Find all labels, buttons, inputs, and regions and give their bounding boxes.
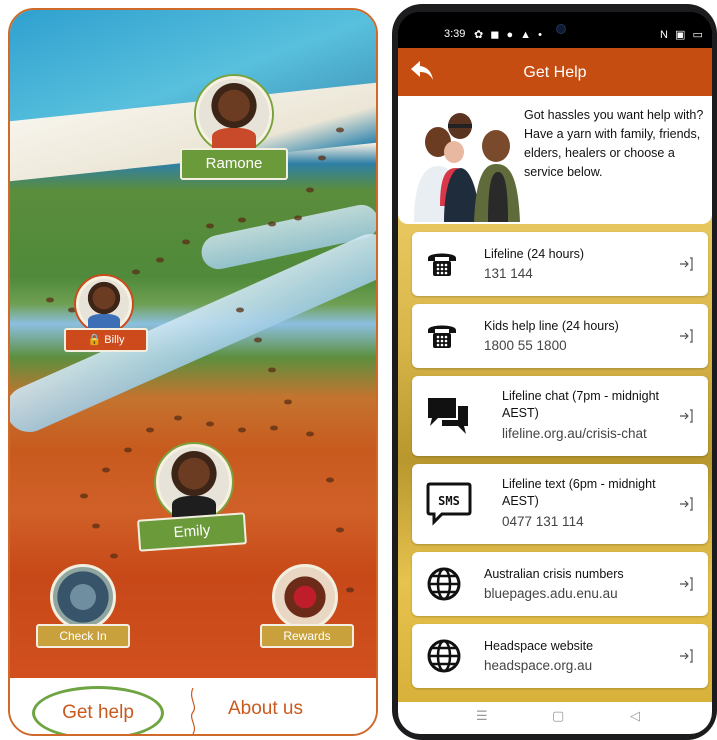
open-link-icon [680, 329, 693, 343]
service-detail: lifeline.org.au/crisis-chat [502, 426, 647, 441]
nav-divider [190, 688, 196, 734]
service-title: Kids help line (24 hours) [484, 319, 619, 333]
open-link-icon [680, 257, 693, 271]
service-card-crisis-numbers[interactable]: Australian crisis numbers bluepages.adu.… [412, 552, 708, 616]
phone-icon [428, 253, 456, 276]
service-detail: 131 144 [484, 266, 533, 281]
rewards-button[interactable]: Rewards [260, 624, 354, 648]
help-content: Got hassles you want help with? Have a y… [398, 96, 712, 702]
globe-icon [427, 639, 461, 673]
character-label-ramone[interactable]: Ramone [180, 148, 288, 180]
android-navigation-bar: ☰ ▢ ◁ [398, 702, 712, 734]
character-avatar-billy[interactable] [76, 276, 132, 332]
globe-icon [427, 567, 461, 601]
app-header: Get Help [398, 48, 712, 96]
status-time: 3:39 [444, 28, 466, 40]
left-phone-screen: Ramone 🔒 Billy Emily Check In Rewards Ge… [8, 8, 378, 736]
service-card-lifeline-chat[interactable]: Lifeline chat (7pm - midnight AEST) life… [412, 376, 708, 456]
service-title: Lifeline text (6pm - midnight AEST) [502, 477, 656, 508]
lock-icon: 🔒 [87, 334, 102, 346]
about-us-tab[interactable]: About us [228, 698, 303, 720]
front-camera [556, 24, 566, 34]
open-link-icon [680, 577, 693, 591]
service-detail: 0477 131 114 [502, 514, 584, 529]
open-link-icon [680, 497, 693, 511]
service-detail: 1800 55 1800 [484, 338, 567, 353]
right-phone-screen: 3:39 ✿ ◼ ● ▲ • N ▣ ▭ Get Help Got hassle… [398, 12, 712, 734]
menu-icon[interactable]: ☰ [476, 708, 488, 724]
check-in-button[interactable]: Check In [36, 624, 130, 648]
get-help-tab[interactable]: Get help [32, 686, 164, 734]
character-avatar-emily[interactable] [156, 444, 232, 520]
service-card-headspace[interactable]: Headspace website headspace.org.au [412, 624, 708, 688]
service-title: Australian crisis numbers [484, 567, 624, 581]
phone-icon [428, 325, 456, 348]
service-title: Lifeline chat (7pm - midnight AEST) [502, 389, 660, 420]
check-in-image[interactable] [50, 564, 116, 630]
service-title: Headspace website [484, 639, 594, 653]
sms-icon: SMS [426, 482, 472, 526]
intro-text: Got hassles you want help with? Have a y… [524, 108, 704, 179]
service-card-lifeline[interactable]: Lifeline (24 hours) 131 144 [412, 232, 708, 296]
intro-card: Got hassles you want help with? Have a y… [398, 96, 712, 224]
bottom-navigation: Get help About us [10, 678, 376, 734]
open-link-icon [680, 649, 693, 663]
journey-map: Ramone 🔒 Billy Emily Check In Rewards [10, 10, 376, 678]
service-card-kids-help-line[interactable]: Kids help line (24 hours) 1800 55 1800 [412, 304, 708, 368]
character-avatar-ramone[interactable] [196, 76, 272, 152]
family-illustration [414, 113, 520, 222]
status-bar: 3:39 ✿ ◼ ● ▲ • N ▣ ▭ [398, 12, 712, 48]
status-system-icons: N ▣ ▭ [660, 29, 705, 41]
service-card-lifeline-text[interactable]: SMS Lifeline text (6pm - midnight AEST) … [412, 464, 708, 544]
chat-icon [428, 398, 468, 434]
rewards-image[interactable] [272, 564, 338, 630]
service-detail: headspace.org.au [484, 658, 593, 673]
back-icon[interactable]: ◁ [630, 708, 640, 724]
svg-text:SMS: SMS [438, 494, 460, 508]
open-link-icon [680, 409, 693, 423]
character-label-billy[interactable]: 🔒 Billy [64, 328, 148, 352]
status-notification-icons: ✿ ◼ ● ▲ • [474, 29, 544, 41]
home-icon[interactable]: ▢ [552, 708, 564, 724]
service-title: Lifeline (24 hours) [484, 247, 585, 261]
page-title: Get Help [523, 64, 587, 81]
service-detail: bluepages.adu.enu.au [484, 586, 618, 601]
